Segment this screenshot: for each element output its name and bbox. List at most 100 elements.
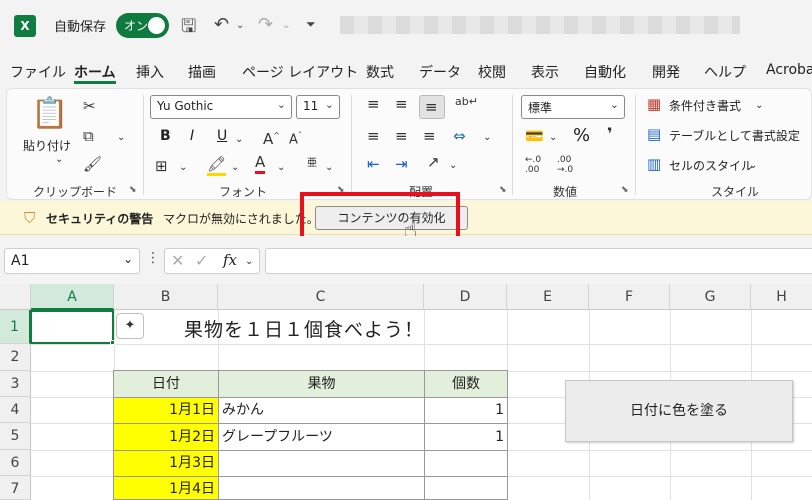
- italic-button[interactable]: I: [190, 128, 194, 144]
- selected-cell-a1[interactable]: [30, 310, 114, 344]
- undo-icon[interactable]: ↶: [214, 14, 229, 35]
- tab-formulas[interactable]: 数式: [366, 62, 394, 82]
- fill-handle[interactable]: [110, 340, 115, 345]
- paste-icon[interactable]: 📋: [31, 97, 68, 131]
- decrease-indent-icon[interactable]: ⇤: [367, 155, 380, 173]
- column-header-b[interactable]: B: [114, 284, 218, 310]
- cut-icon[interactable]: ✂: [83, 97, 96, 115]
- fill-color-dropdown-icon[interactable]: ⌄: [231, 159, 239, 177]
- conditional-formatting-icon[interactable]: ▦: [647, 95, 661, 113]
- font-color-dropdown-icon[interactable]: ⌄: [277, 159, 285, 177]
- insert-function-button[interactable]: fx: [223, 251, 237, 269]
- wrap-text-icon[interactable]: ab↵: [455, 93, 478, 111]
- font-color-icon[interactable]: A: [255, 153, 266, 174]
- more-options-icon[interactable]: ⋮: [146, 250, 160, 266]
- tab-home[interactable]: ホーム: [74, 62, 116, 82]
- table-header-fruit[interactable]: 果物: [218, 370, 425, 398]
- count-cell[interactable]: 1: [424, 397, 508, 424]
- align-middle-icon[interactable]: ≡: [395, 95, 408, 113]
- font-name-dropdown[interactable]: Yu Gothic ⌄: [150, 95, 292, 119]
- chevron-down-icon[interactable]: ⌄: [245, 253, 253, 271]
- align-bottom-button[interactable]: ≡: [419, 95, 445, 119]
- row-header-5[interactable]: 5: [0, 423, 31, 450]
- quick-analysis-sparkle-icon[interactable]: ✦: [116, 313, 144, 339]
- paste-label[interactable]: 貼り付け: [23, 137, 71, 154]
- clipboard-launcher-icon[interactable]: ⬊: [129, 185, 137, 195]
- tab-developer[interactable]: 開発: [652, 62, 680, 82]
- copy-dropdown-icon[interactable]: ⌄: [117, 129, 125, 147]
- percent-style-button[interactable]: %: [573, 125, 590, 146]
- fruit-cell[interactable]: [218, 476, 425, 500]
- formula-input[interactable]: [265, 248, 812, 274]
- count-cell[interactable]: [424, 476, 508, 500]
- align-center-icon[interactable]: ≡: [395, 127, 408, 145]
- format-painter-icon[interactable]: 🖌: [83, 155, 102, 173]
- date-cell[interactable]: 1月1日: [113, 397, 219, 424]
- tab-automate[interactable]: 自動化: [584, 62, 626, 82]
- cell-styles-button[interactable]: セルのスタイル: [669, 157, 753, 174]
- tab-view[interactable]: 表示: [531, 62, 559, 82]
- column-header-g[interactable]: G: [670, 284, 751, 310]
- format-as-table-button[interactable]: テーブルとして書式設定: [669, 127, 800, 144]
- color-dates-macro-button[interactable]: 日付に色を塗る: [565, 380, 793, 442]
- paste-dropdown-icon[interactable]: ⌄: [55, 151, 63, 169]
- column-header-a[interactable]: A: [31, 284, 114, 310]
- row-header-2[interactable]: 2: [0, 344, 31, 371]
- fruit-cell[interactable]: グレープフルーツ: [218, 423, 425, 451]
- name-box[interactable]: A1 ⌄: [4, 248, 140, 274]
- customize-quick-access-icon[interactable]: ⏷: [306, 17, 316, 32]
- accounting-dropdown-icon[interactable]: ⌄: [549, 129, 557, 147]
- align-left-icon[interactable]: ≡: [367, 127, 380, 145]
- column-header-d[interactable]: D: [424, 284, 507, 310]
- increase-indent-icon[interactable]: ⇥: [395, 155, 408, 173]
- orientation-dropdown-icon[interactable]: ⌄: [449, 157, 457, 175]
- tab-acrobat[interactable]: Acroba: [766, 62, 812, 78]
- align-top-icon[interactable]: ≡: [367, 95, 380, 113]
- tab-draw[interactable]: 描画: [188, 62, 216, 82]
- date-cell[interactable]: 1月2日: [113, 423, 219, 451]
- tab-help[interactable]: ヘルプ: [704, 62, 746, 82]
- fruit-cell[interactable]: みかん: [218, 397, 425, 424]
- select-all-corner[interactable]: [0, 284, 31, 310]
- column-header-c[interactable]: C: [218, 284, 424, 310]
- chevron-down-icon[interactable]: ⌄: [749, 157, 757, 175]
- borders-icon[interactable]: ⊞: [155, 157, 168, 175]
- phonetic-guide-icon[interactable]: 亜: [307, 155, 317, 173]
- column-header-h[interactable]: H: [751, 284, 812, 310]
- fruit-cell[interactable]: [218, 450, 425, 477]
- fill-color-icon[interactable]: 🖍: [207, 155, 227, 176]
- orientation-icon[interactable]: ↗: [427, 153, 440, 171]
- column-header-e[interactable]: E: [507, 284, 589, 310]
- table-header-count[interactable]: 個数: [424, 370, 508, 398]
- undo-dropdown-icon[interactable]: ⌄: [236, 20, 244, 31]
- copy-icon[interactable]: ⧉: [83, 127, 94, 145]
- row-header-6[interactable]: 6: [0, 450, 31, 476]
- font-size-dropdown[interactable]: 11 ⌄: [296, 95, 340, 119]
- confirm-icon[interactable]: ✓: [195, 252, 208, 270]
- save-icon[interactable]: 🖫: [181, 14, 196, 44]
- number-launcher-icon[interactable]: ⬊: [621, 185, 629, 195]
- count-cell[interactable]: [424, 450, 508, 477]
- borders-dropdown-icon[interactable]: ⌄: [179, 159, 187, 177]
- chevron-down-icon[interactable]: ⌄: [755, 97, 763, 115]
- align-right-icon[interactable]: ≡: [423, 127, 436, 145]
- underline-dropdown-icon[interactable]: ⌄: [235, 131, 243, 149]
- number-format-dropdown[interactable]: 標準 ⌄: [521, 95, 625, 119]
- table-header-date[interactable]: 日付: [113, 370, 219, 398]
- cancel-icon[interactable]: ✕: [171, 252, 184, 270]
- conditional-formatting-button[interactable]: 条件付き書式: [669, 97, 741, 114]
- row-header-7[interactable]: 7: [0, 476, 31, 500]
- accounting-format-icon[interactable]: 💳: [525, 127, 544, 145]
- comma-style-icon[interactable]: ❜: [607, 125, 613, 143]
- merge-center-icon[interactable]: ⇔: [453, 127, 466, 145]
- tab-page-layout[interactable]: ページ レイアウト: [242, 62, 358, 82]
- decrease-font-size-icon[interactable]: Aˇ: [289, 127, 302, 149]
- alignment-launcher-icon[interactable]: ⬊: [499, 185, 507, 195]
- tab-insert[interactable]: 挿入: [136, 62, 164, 82]
- underline-button[interactable]: U: [217, 128, 227, 144]
- phonetic-dropdown-icon[interactable]: ⌄: [325, 159, 333, 177]
- date-cell[interactable]: 1月4日: [113, 476, 219, 500]
- row-header-3[interactable]: 3: [0, 371, 31, 397]
- autosave-toggle[interactable]: オン: [116, 13, 169, 38]
- date-cell[interactable]: 1月3日: [113, 450, 219, 477]
